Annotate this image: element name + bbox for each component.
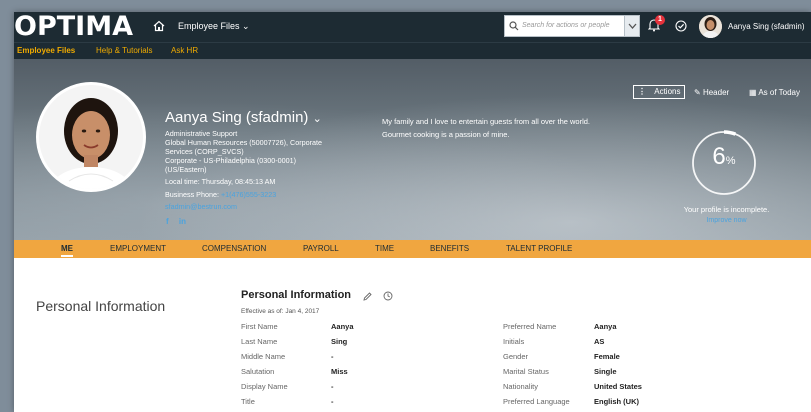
- tab-employment[interactable]: EMPLOYMENT: [110, 244, 166, 253]
- field-label-middle-name: Middle Name: [241, 352, 286, 361]
- department-line-2: Services (CORP_SVCS): [165, 147, 244, 156]
- location-line-2: (US/Eastern): [165, 165, 207, 174]
- edit-pencil-icon[interactable]: [363, 292, 372, 301]
- card-title: Personal Information: [241, 289, 352, 301]
- field-value-last-name: Sing: [331, 337, 348, 346]
- field-label-preferred-name: Preferred Name: [503, 322, 557, 331]
- effective-date: Effective as of: Jan 4, 2017: [241, 308, 320, 315]
- profile-status-text: Your profile is incomplete.: [683, 205, 770, 214]
- location-line-1: Corporate - US-Philadelphia (0300-0001): [165, 156, 297, 165]
- field-label-marital-status: Marital Status: [503, 367, 549, 376]
- field-value-initials: AS: [594, 337, 605, 346]
- facebook-icon[interactable]: f: [166, 217, 169, 226]
- field-label-nationality: Nationality: [503, 382, 539, 391]
- subnav-help-tutorials[interactable]: Help & Tutorials: [96, 46, 152, 55]
- user-avatar[interactable]: [699, 15, 722, 38]
- header-button-label: Header: [702, 88, 730, 97]
- app-window: OPTIMA Employee Files ⌄ Search for actio…: [14, 12, 811, 412]
- business-phone-label: Business Phone:: [165, 190, 219, 199]
- search-placeholder: Search for actions or people: [522, 22, 610, 29]
- field-label-gender: Gender: [503, 352, 529, 361]
- department-line-1: Global Human Resources (50007726), Corpo…: [165, 138, 323, 147]
- local-time: Local time: Thursday, 08:45:13 AM: [165, 177, 276, 186]
- actions-button[interactable]: ⋮ Actions: [633, 85, 686, 99]
- pencil-icon: ✎: [694, 88, 701, 97]
- calendar-icon: ▦: [749, 88, 757, 97]
- app-switcher[interactable]: Employee Files ⌄: [178, 21, 250, 32]
- field-value-preferred-name: Aanya: [594, 322, 617, 331]
- actions-label: Actions: [654, 87, 681, 96]
- field-value-gender: Female: [594, 352, 620, 361]
- business-phone: Business Phone: +1(476)555-3223: [165, 190, 276, 199]
- shell-bar: OPTIMA Employee Files ⌄ Search for actio…: [14, 12, 811, 42]
- business-phone-link[interactable]: +1(476)555-3223: [221, 190, 276, 199]
- search-scope-dropdown[interactable]: [624, 15, 640, 37]
- profile-completion-value: 6%: [690, 143, 758, 171]
- social-links: f in: [166, 217, 186, 226]
- profile-name-text: Aanya Sing (sfadmin): [165, 109, 309, 126]
- search-input[interactable]: Search for actions or people: [504, 15, 640, 37]
- field-value-salutation: Miss: [331, 367, 348, 376]
- tab-bar: ME EMPLOYMENT COMPENSATION PAYROLL TIME …: [14, 240, 811, 258]
- history-clock-icon[interactable]: [383, 291, 393, 301]
- section-title: Personal Information: [36, 298, 166, 314]
- todo-icon[interactable]: [675, 20, 687, 32]
- profile-name[interactable]: Aanya Sing (sfadmin) ⌄: [165, 109, 322, 126]
- notification-badge: 1: [655, 15, 665, 25]
- home-icon[interactable]: [153, 20, 165, 32]
- field-value-nationality: United States: [594, 382, 642, 391]
- tab-talent-profile[interactable]: TALENT PROFILE: [506, 244, 572, 253]
- field-label-salutation: Salutation: [241, 367, 275, 376]
- profile-percent-number: 6: [712, 143, 726, 170]
- tab-benefits[interactable]: BENEFITS: [430, 244, 469, 253]
- as-of-label: As of Today: [758, 88, 800, 97]
- linkedin-icon[interactable]: in: [179, 217, 186, 226]
- tab-time[interactable]: TIME: [375, 244, 394, 253]
- header-button[interactable]: ✎ Header: [694, 88, 729, 97]
- field-value-middle-name: -: [331, 352, 334, 361]
- percent-sign: %: [725, 155, 736, 167]
- chevron-down-icon: ⌄: [312, 113, 322, 125]
- email-link[interactable]: sfadmin@bestrun.com: [165, 202, 237, 211]
- tab-me[interactable]: ME: [61, 244, 73, 257]
- field-value-marital-status: Single: [594, 367, 617, 376]
- tab-compensation[interactable]: COMPENSATION: [202, 244, 266, 253]
- field-value-title: -: [331, 397, 334, 406]
- improve-profile-link[interactable]: Improve now: [669, 217, 784, 224]
- search-icon: [509, 21, 519, 31]
- job-title: Administrative Support: [165, 129, 238, 138]
- chevron-down-icon: [628, 23, 637, 29]
- subnav-bar: Employee Files Help & Tutorials Ask HR: [14, 42, 811, 59]
- about-me-text: My family and I love to entertain guests…: [382, 117, 591, 139]
- field-label-initials: Initials: [503, 337, 525, 346]
- company-logo[interactable]: OPTIMA: [14, 13, 133, 41]
- field-value-first-name: Aanya: [331, 322, 354, 331]
- subnav-employee-files[interactable]: Employee Files: [17, 46, 75, 55]
- tab-payroll[interactable]: PAYROLL: [303, 244, 339, 253]
- as-of-today-button[interactable]: ▦ As of Today: [749, 88, 800, 97]
- subnav-ask-hr[interactable]: Ask HR: [171, 46, 198, 55]
- field-label-display-name: Display Name: [241, 382, 288, 391]
- field-label-preferred-language: Preferred Language: [503, 397, 570, 406]
- user-menu[interactable]: Aanya Sing (sfadmin): [728, 22, 804, 31]
- more-vertical-icon: ⋮: [638, 87, 646, 96]
- profile-photo[interactable]: [36, 82, 146, 192]
- field-value-display-name: -: [331, 382, 334, 391]
- field-label-first-name: First Name: [241, 322, 278, 331]
- field-label-last-name: Last Name: [241, 337, 278, 346]
- profile-header: Aanya Sing (sfadmin) ⌄ Administrative Su…: [14, 59, 811, 240]
- field-value-preferred-language: English (UK): [594, 397, 639, 406]
- field-label-title: Title: [241, 397, 255, 406]
